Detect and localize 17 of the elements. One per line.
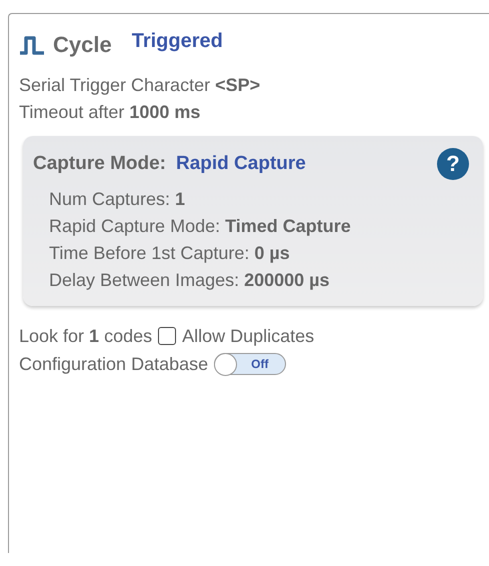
config-database-label: Configuration Database (19, 353, 208, 376)
checkbox-label: Allow Duplicates (182, 325, 314, 348)
allow-duplicates-checkbox[interactable] (158, 327, 176, 345)
capture-mode-label: Capture Mode: (33, 153, 166, 175)
cycle-mode-link[interactable]: Triggered (132, 30, 223, 52)
capture-mode-link[interactable]: Rapid Capture (176, 153, 306, 175)
look-for-text: Look for 1 codes (19, 325, 152, 348)
capture-detail-text: Time Before 1st Capture: 0 µs (49, 242, 291, 265)
capture-detail-text: Delay Between Images: 200000 µs (49, 269, 331, 292)
help-button[interactable]: ? (437, 148, 469, 180)
config-database-toggle[interactable]: Off (214, 353, 286, 375)
capture-detail-text: Rapid Capture Mode: Timed Capture (49, 215, 352, 238)
pulse-wave-icon (19, 35, 45, 55)
setting-text: Timeout after 1000 ms (19, 101, 202, 124)
capture-detail-text: Num Captures: 1 (49, 188, 186, 211)
section-title: Cycle (53, 32, 112, 58)
setting-text: Serial Trigger Character <SP> (19, 74, 262, 97)
